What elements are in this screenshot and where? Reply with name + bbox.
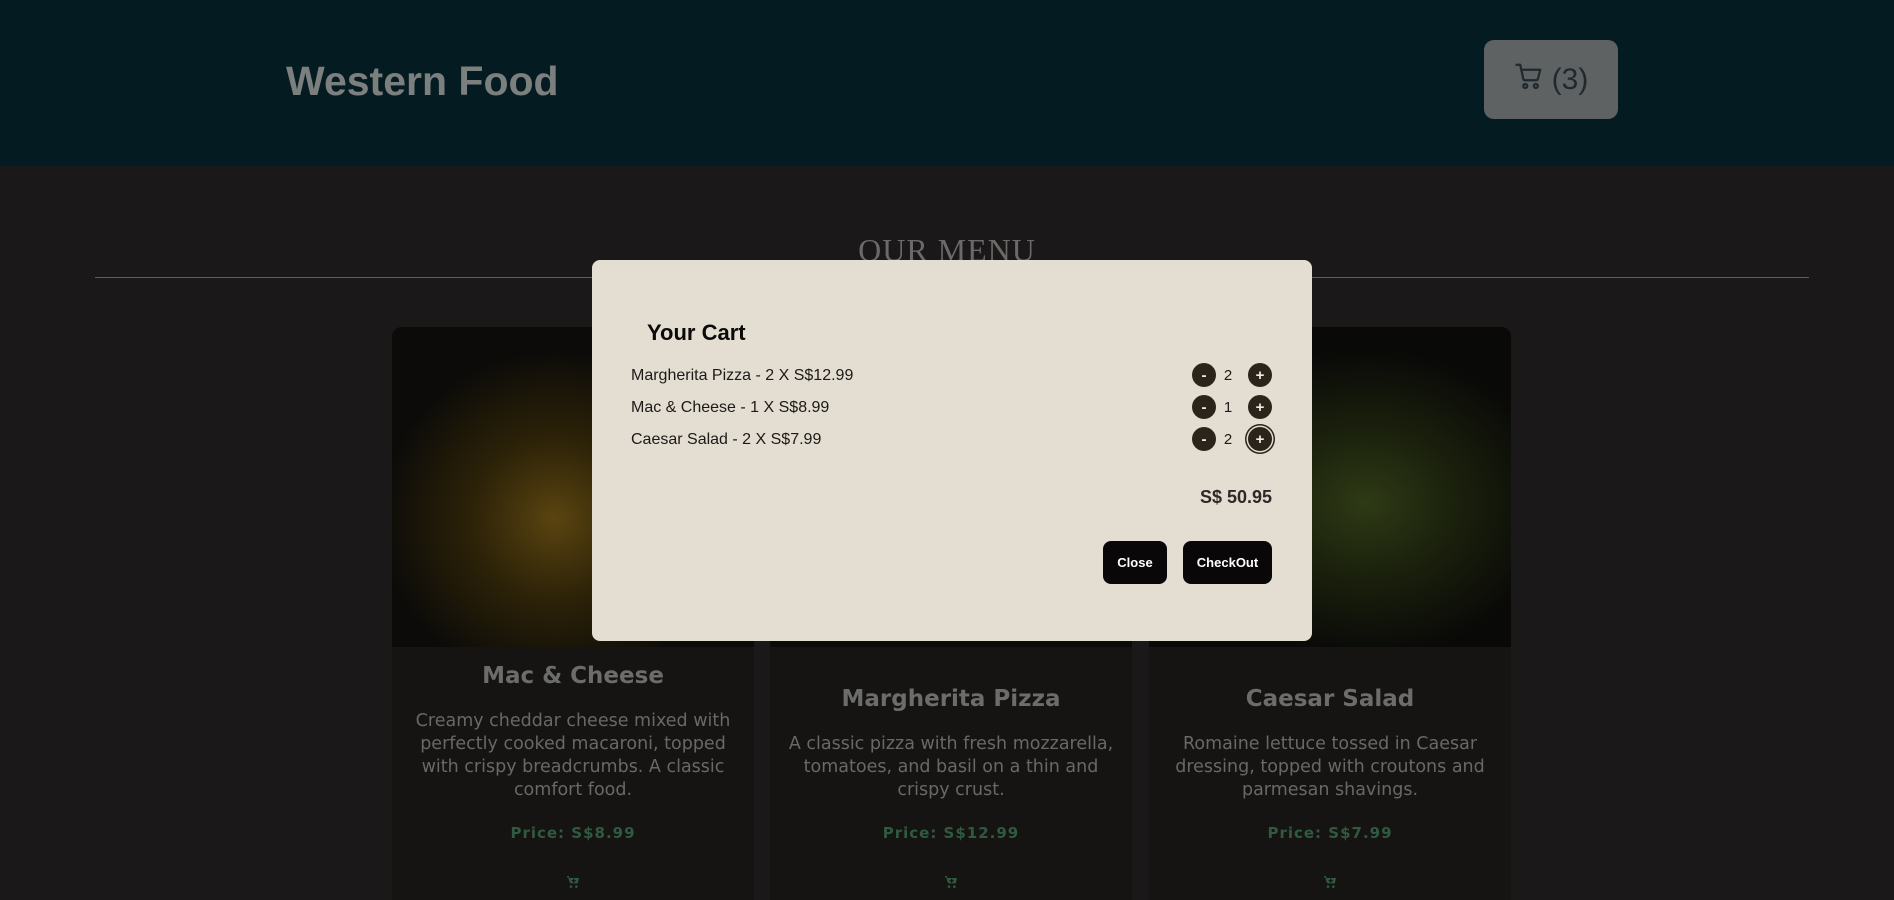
cart-total: S$ 50.95 (1199, 487, 1272, 507)
cart-item: Margherita Pizza - 2 X S$12.99 - 2 + (631, 363, 1272, 389)
increase-quantity-button[interactable]: + (1248, 363, 1272, 387)
site-header: Western Food (3) (0, 0, 1894, 166)
card-description: Romaine lettuce tossed in Caesar dressin… (1175, 734, 1485, 800)
cart-item: Caesar Salad - 2 X S$7.99 - 2 + (631, 427, 1272, 453)
item-quantity: 2 (1223, 367, 1233, 384)
decrease-quantity-button[interactable]: - (1192, 427, 1216, 451)
card-body: Mac & Cheese Creamy cheddar cheese mixed… (392, 647, 754, 900)
increase-quantity-button[interactable]: + (1248, 427, 1272, 451)
card-body: Margherita Pizza A classic pizza with fr… (770, 647, 1132, 900)
card-body: Caesar Salad Romaine lettuce tossed in C… (1149, 647, 1511, 900)
cart-modal: Your Cart Margherita Pizza - 2 X S$12.99… (592, 260, 1312, 641)
cart-button[interactable]: (3) (1484, 40, 1618, 119)
close-button[interactable]: Close (1103, 541, 1167, 584)
cart-count: (3) (1551, 62, 1589, 96)
cart-item-label: Caesar Salad - 2 X S$7.99 (631, 431, 822, 448)
card-price: Price: S$12.99 (882, 824, 1020, 842)
card-price: Price: S$7.99 (1267, 824, 1393, 842)
cart-item-label: Margherita Pizza - 2 X S$12.99 (631, 367, 854, 384)
cart-item-label: Mac & Cheese - 1 X S$8.99 (631, 399, 830, 416)
card-description: A classic pizza with fresh mozzarella, t… (788, 734, 1114, 800)
cart-add-icon[interactable] (1322, 874, 1338, 890)
cart-add-icon[interactable] (565, 874, 581, 890)
brand-title: Western Food (286, 58, 559, 104)
card-title: Margherita Pizza (841, 686, 1061, 712)
cart-add-icon[interactable] (943, 874, 959, 890)
card-description: Creamy cheddar cheese mixed with perfect… (415, 711, 731, 800)
decrease-quantity-button[interactable]: - (1192, 363, 1216, 387)
cart-item: Mac & Cheese - 1 X S$8.99 - 1 + (631, 395, 1272, 421)
shopping-cart-icon (1514, 61, 1544, 99)
decrease-quantity-button[interactable]: - (1192, 395, 1216, 419)
card-title: Caesar Salad (1245, 686, 1415, 712)
cart-title: Your Cart (647, 320, 746, 345)
item-quantity: 1 (1223, 399, 1233, 416)
increase-quantity-button[interactable]: + (1248, 395, 1272, 419)
card-title: Mac & Cheese (482, 663, 664, 689)
item-quantity: 2 (1223, 431, 1233, 448)
card-price: Price: S$8.99 (510, 824, 636, 842)
checkout-button[interactable]: CheckOut (1183, 541, 1272, 584)
